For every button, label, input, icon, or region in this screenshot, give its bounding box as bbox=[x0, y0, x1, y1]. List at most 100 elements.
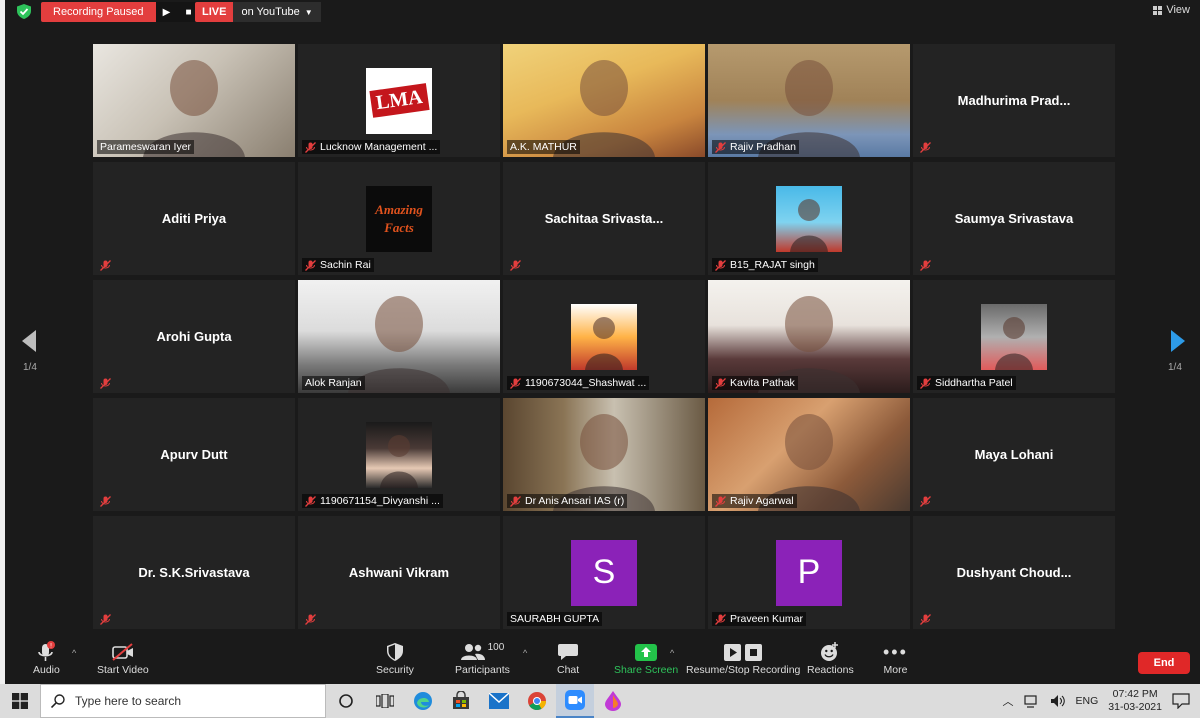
gallery-grid: Parameswaran Iyer LMA Lucknow Management .… bbox=[93, 44, 1117, 630]
tray-expand-caret-icon[interactable]: ︿ bbox=[1003, 693, 1014, 709]
participant-label: Rajiv Pradhan bbox=[712, 140, 799, 154]
participant-label: Alok Ranjan bbox=[302, 376, 365, 390]
participant-name: Rajiv Agarwal bbox=[730, 495, 794, 507]
live-stream-status[interactable]: LIVE on YouTube ▼ bbox=[195, 2, 321, 22]
participant-tile[interactable]: Madhurima Prad... bbox=[913, 44, 1115, 157]
participant-tile[interactable]: Dr Anis Ansari IAS (r) bbox=[503, 398, 705, 511]
notification-center-icon[interactable] bbox=[1172, 693, 1190, 709]
chrome-taskbar-app[interactable] bbox=[518, 684, 556, 718]
recording-status: Recording Paused ▶ ■ bbox=[41, 2, 200, 22]
edge-browser-icon bbox=[414, 692, 432, 710]
participant-tile[interactable]: Maya Lohani bbox=[913, 398, 1115, 511]
participant-tile[interactable]: Apurv Dutt bbox=[93, 398, 295, 511]
participant-name: 1190671154_Divyanshi ... bbox=[320, 495, 440, 507]
resume-stop-recording-label: Resume/Stop Recording bbox=[686, 664, 801, 676]
zoom-taskbar-app[interactable] bbox=[556, 684, 594, 718]
taskbar-search-box[interactable]: Type here to search bbox=[40, 684, 326, 718]
more-dots-icon: ••• bbox=[883, 641, 908, 662]
participant-tile[interactable]: Dushyant Choud... bbox=[913, 516, 1115, 629]
live-destination[interactable]: on YouTube ▼ bbox=[233, 2, 321, 22]
participant-display-name: Apurv Dutt bbox=[160, 447, 228, 462]
participant-tile[interactable]: Parameswaran Iyer bbox=[93, 44, 295, 157]
participant-tile[interactable]: Aditi Priya bbox=[93, 162, 295, 275]
next-page-arrow-icon[interactable] bbox=[1171, 330, 1185, 352]
audio-options-caret-icon[interactable]: ^ bbox=[72, 648, 76, 658]
windows-start-button[interactable] bbox=[0, 684, 40, 718]
participant-tile[interactable]: Rajiv Pradhan bbox=[708, 44, 910, 157]
end-meeting-button[interactable]: End bbox=[1138, 652, 1190, 674]
windows-taskbar: Type here to search ︿ ENG 07:42 PM 31-03… bbox=[0, 684, 1200, 718]
muted-microphone-icon bbox=[715, 259, 726, 271]
participant-tile[interactable]: Arohi Gupta bbox=[93, 280, 295, 393]
participant-tile[interactable]: Ashwani Vikram bbox=[298, 516, 500, 629]
meeting-toolbar: ! Audio ^ Start Video Security 100 Parti… bbox=[5, 636, 1200, 684]
participant-name: 1190673044_Shashwat ... bbox=[525, 377, 647, 389]
taskbar-clock[interactable]: 07:42 PM 31-03-2021 bbox=[1108, 688, 1162, 714]
security-shield-icon bbox=[386, 640, 403, 664]
start-video-button[interactable]: Start Video bbox=[97, 640, 149, 676]
task-switcher-button[interactable] bbox=[366, 684, 404, 718]
mail-taskbar-app[interactable] bbox=[480, 684, 518, 718]
resume-recording-button[interactable]: ▶ bbox=[155, 2, 178, 22]
muted-microphone-icon bbox=[920, 377, 931, 389]
participant-label bbox=[302, 613, 319, 626]
muted-microphone-icon bbox=[510, 377, 521, 389]
participant-tile[interactable]: LMA Lucknow Management ... bbox=[298, 44, 500, 157]
participants-options-caret-icon[interactable]: ^ bbox=[523, 648, 527, 658]
store-taskbar-app[interactable] bbox=[442, 684, 480, 718]
participant-name: Parameswaran Iyer bbox=[100, 141, 192, 153]
security-button[interactable]: Security bbox=[376, 640, 414, 676]
chat-button[interactable]: Chat bbox=[557, 640, 579, 676]
volume-speaker-icon[interactable] bbox=[1050, 694, 1066, 708]
task-view-button[interactable] bbox=[326, 684, 366, 718]
participant-name: A.K. MATHUR bbox=[510, 141, 577, 153]
resume-stop-recording-button[interactable]: Resume/Stop Recording bbox=[686, 640, 800, 676]
svg-text:!: ! bbox=[51, 643, 53, 650]
participants-button[interactable]: 100 Participants bbox=[455, 640, 510, 676]
more-button[interactable]: ••• More bbox=[883, 640, 908, 677]
previous-page-arrow-icon[interactable] bbox=[22, 330, 36, 352]
reactions-button[interactable]: Reactions bbox=[807, 640, 854, 676]
participant-display-name: Arohi Gupta bbox=[156, 329, 232, 344]
audio-button[interactable]: ! Audio bbox=[33, 640, 60, 676]
network-icon[interactable] bbox=[1023, 694, 1040, 708]
logo-text: Amazing Facts bbox=[375, 201, 423, 235]
participant-label: Praveen Kumar bbox=[712, 612, 806, 626]
participant-tile[interactable]: P Praveen Kumar bbox=[708, 516, 910, 629]
view-button[interactable]: View bbox=[1153, 4, 1190, 16]
participant-profile-photo bbox=[366, 421, 432, 488]
participant-tile[interactable]: 1190671154_Divyanshi ... bbox=[298, 398, 500, 511]
participant-tile[interactable]: Amazing Facts Sachin Rai bbox=[298, 162, 500, 275]
participant-initial-avatar: P bbox=[776, 539, 842, 606]
edge-taskbar-app[interactable] bbox=[404, 684, 442, 718]
participant-tile[interactable]: Saumya Srivastava bbox=[913, 162, 1115, 275]
store-bag-icon bbox=[453, 691, 469, 709]
paint-drop-icon bbox=[605, 691, 621, 711]
participant-label: 1190671154_Divyanshi ... bbox=[302, 494, 443, 508]
participant-tile[interactable]: B15_RAJAT singh bbox=[708, 162, 910, 275]
drop-taskbar-app[interactable] bbox=[594, 684, 632, 718]
participant-tile[interactable]: S SAURABH GUPTA bbox=[503, 516, 705, 629]
participant-label: A.K. MATHUR bbox=[507, 140, 580, 154]
participant-tile[interactable]: Dr. S.K.Srivastava bbox=[93, 516, 295, 629]
muted-microphone-icon bbox=[100, 378, 111, 389]
security-label: Security bbox=[376, 664, 414, 676]
participant-label: B15_RAJAT singh bbox=[712, 258, 818, 272]
participant-tile[interactable]: A.K. MATHUR bbox=[503, 44, 705, 157]
participant-display-name: Madhurima Prad... bbox=[957, 93, 1071, 108]
cortana-circle-icon bbox=[339, 694, 353, 708]
participant-tile[interactable]: Siddhartha Patel bbox=[913, 280, 1115, 393]
share-options-caret-icon[interactable]: ^ bbox=[670, 648, 674, 658]
security-shield-icon[interactable] bbox=[17, 4, 31, 19]
participant-tile[interactable]: Sachitaa Srivasta... bbox=[503, 162, 705, 275]
participant-name: Sachin Rai bbox=[320, 259, 371, 271]
participant-tile[interactable]: Kavita Pathak bbox=[708, 280, 910, 393]
language-indicator[interactable]: ENG bbox=[1076, 695, 1099, 707]
participant-tile[interactable]: Alok Ranjan bbox=[298, 280, 500, 393]
share-screen-button[interactable]: Share Screen bbox=[614, 640, 678, 676]
participant-tile[interactable]: 1190673044_Shashwat ... bbox=[503, 280, 705, 393]
muted-microphone-icon bbox=[305, 141, 316, 153]
live-badge: LIVE bbox=[195, 2, 234, 22]
participant-profile-photo bbox=[981, 303, 1047, 370]
participant-tile[interactable]: Rajiv Agarwal bbox=[708, 398, 910, 511]
